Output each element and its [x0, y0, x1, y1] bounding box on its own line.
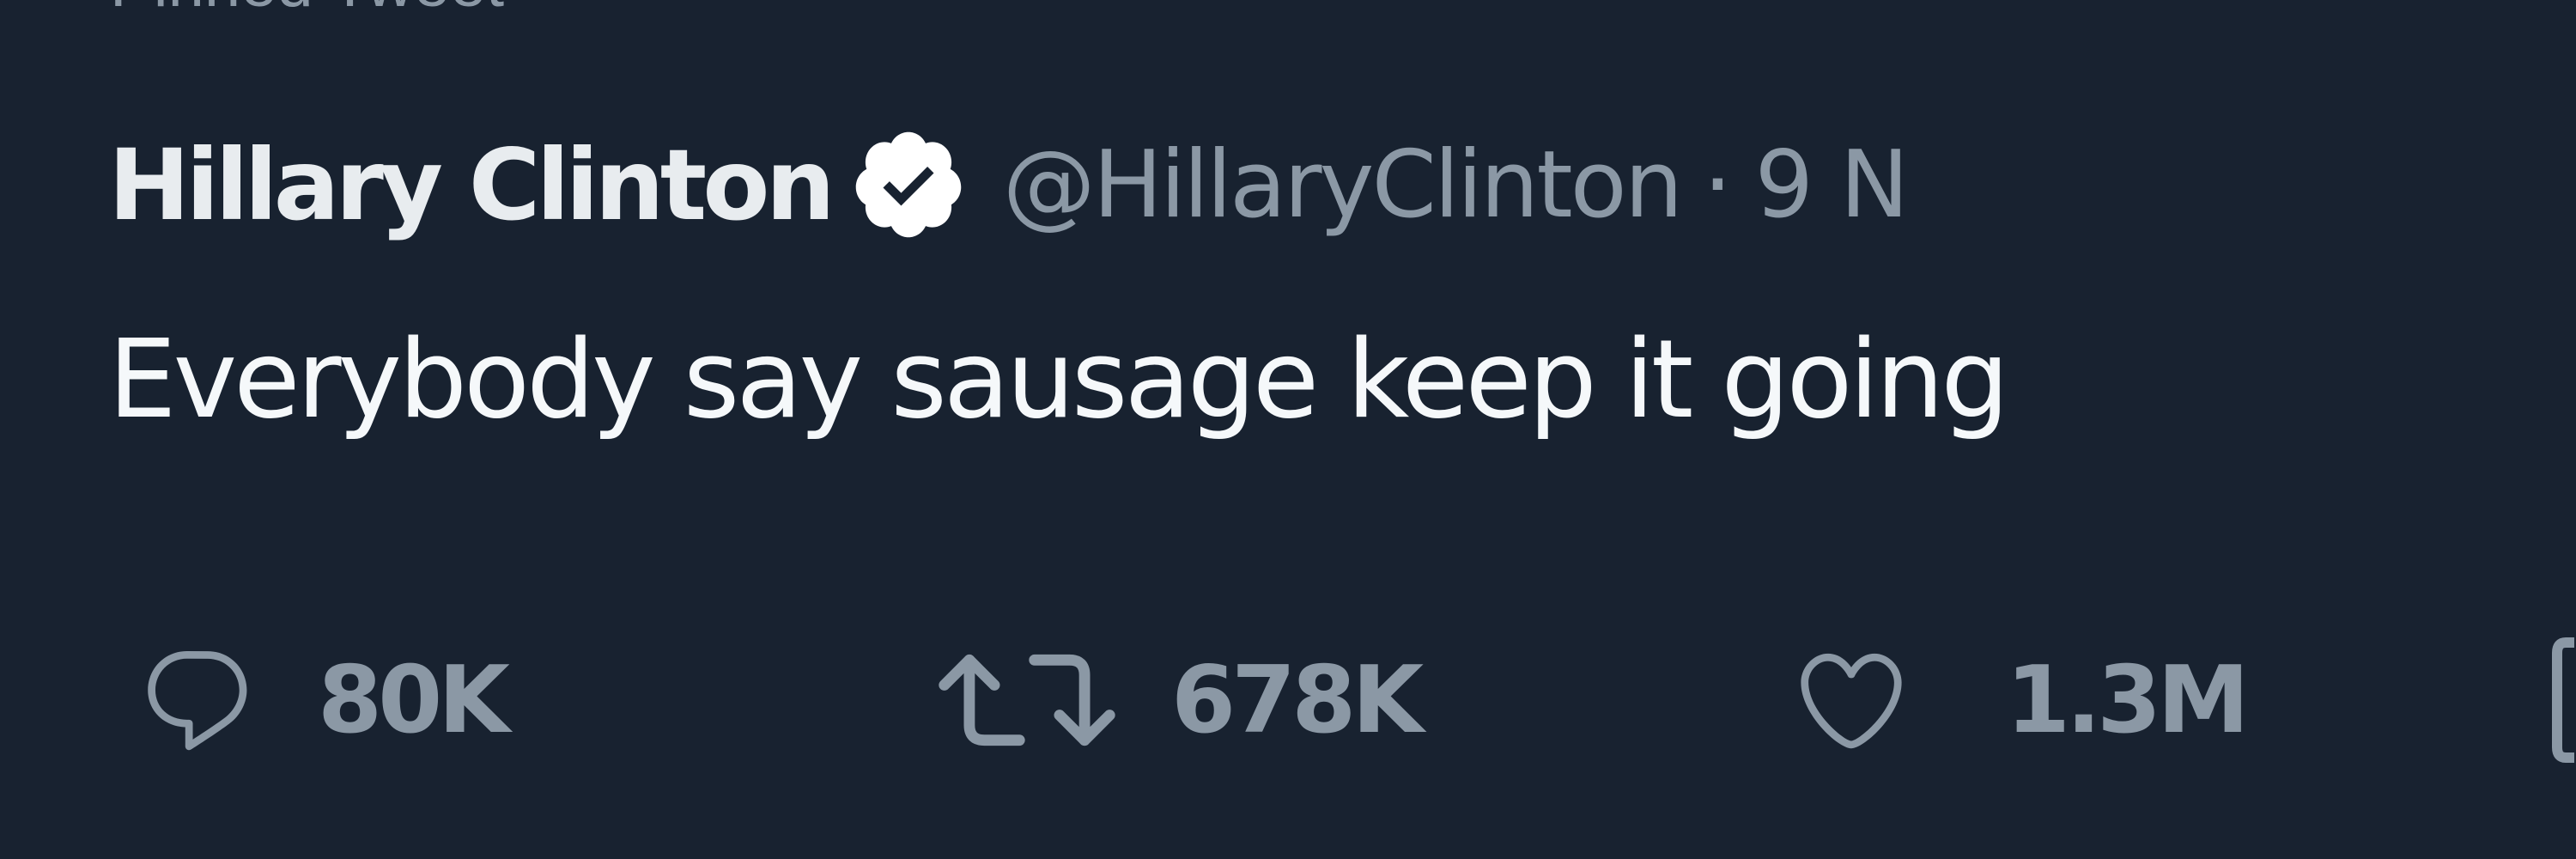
author-handle[interactable]: @HillaryClinton	[1003, 131, 1683, 239]
heart-icon	[1791, 640, 1911, 760]
pinned-tweet-label: Pinned Tweet	[110, 0, 504, 21]
tweet-text: Everybody say sausage keep it going	[108, 316, 2009, 442]
share-icon	[2549, 636, 2576, 765]
tweet-header: Hillary Clinton @HillaryClinton · 9 N	[108, 120, 1910, 249]
author-display-name[interactable]: Hillary Clinton	[108, 128, 835, 242]
reply-icon	[137, 640, 258, 760]
reply-button[interactable]: 80K	[137, 636, 510, 765]
header-separator: ·	[1703, 131, 1733, 239]
share-button[interactable]	[2549, 636, 2576, 765]
retweet-icon	[929, 640, 1125, 760]
reply-count: 80K	[318, 646, 510, 754]
retweet-button[interactable]: 678K	[929, 636, 1424, 765]
verified-badge-icon	[848, 125, 969, 245]
tweet-card[interactable]: Pinned Tweet Hillary Clinton @HillaryCli…	[0, 0, 2576, 859]
tweet-timestamp[interactable]: 9 N	[1755, 131, 1910, 239]
retweet-count: 678K	[1171, 646, 1424, 754]
like-button[interactable]: 1.3M	[1791, 636, 2250, 765]
like-count: 1.3M	[2006, 646, 2250, 754]
tweet-actions: 80K 678K 1.3M	[0, 636, 2576, 765]
